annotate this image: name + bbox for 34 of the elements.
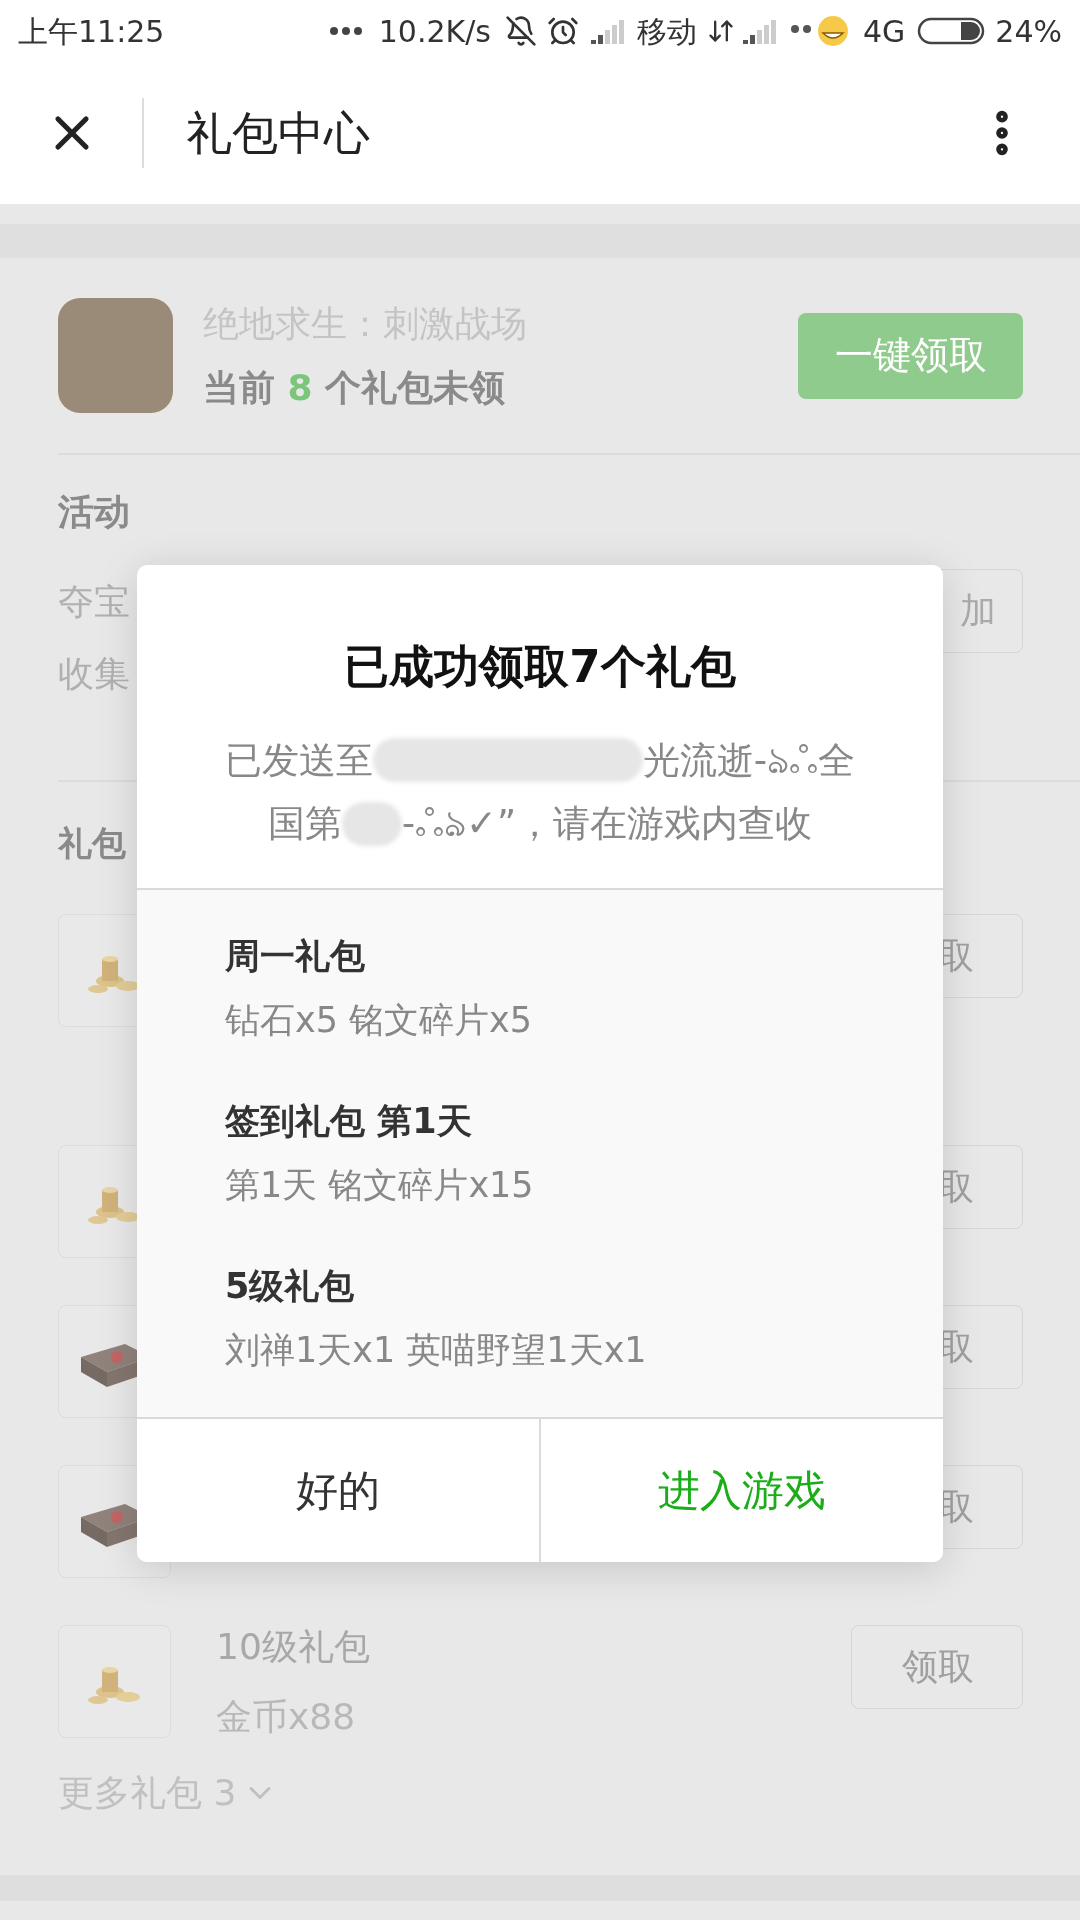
gift-item-detail: 钻石x5 铭文碎片x5 [225,999,534,1042]
carrier-name: 移动 [636,12,697,51]
claim-button[interactable]: 领取 [851,1625,1023,1709]
emoji-icon [788,15,851,47]
ok-button[interactable]: 好的 [137,1418,539,1562]
status-time: 上午11:25 [18,12,165,51]
header-title: 礼包中心 [186,104,371,162]
activity-text: 收集 [58,652,131,696]
dialog-message: 已发送至 [224,737,373,784]
dialog-message: 光流逝-ঌஃ全 [642,737,856,784]
more-dots-icon [328,26,363,36]
claim-all-button[interactable]: 一键领取 [798,312,1023,399]
bell-off-icon [504,15,537,47]
gift-item-title: 5级礼包 [225,1264,356,1308]
dialog-message: 国第 [267,801,342,847]
signal-icon [590,18,627,44]
battery-percent: 24% [995,12,1062,51]
gift-title: 10级礼包 [216,1624,371,1669]
alarm-icon [546,15,579,47]
gift-item-title: 周一礼包 [225,934,366,978]
gift-item-detail: 刘禅1天x1 英喵野望1天x1 [225,1329,648,1372]
blurred-text [341,801,402,846]
unclaimed-count: 当前 8 个礼包未领 [203,365,507,410]
network-type: 4G [862,12,906,51]
section-heading: 活动 [58,490,131,534]
gift-item-title: 签到礼包 第1天 [225,1099,473,1143]
signal-icon [742,18,779,44]
dialog-message: -ஃঌ✓”，请在游戏内查收 [401,801,813,847]
section-heading: 礼包 [58,823,126,863]
network-speed: 10.2K/s [378,12,491,51]
dialog-title: 已成功领取7个礼包 [344,639,736,695]
enter-game-button[interactable]: 进入游戏 [541,1418,943,1562]
activity-text: 夺宝 [58,580,131,624]
gift-item-detail: 第1天 铭文碎片x15 [225,1164,535,1207]
